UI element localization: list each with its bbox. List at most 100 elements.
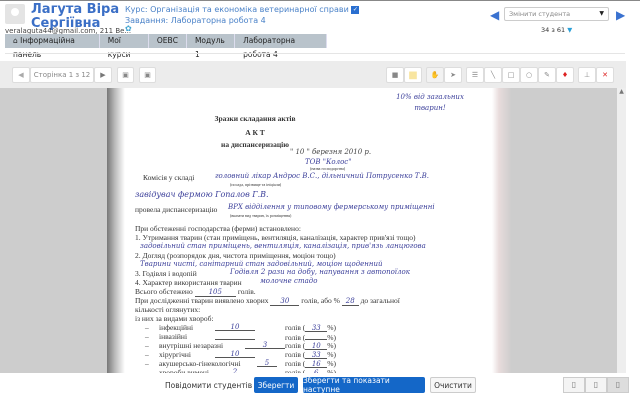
student-count: 34 з 61 ▼	[541, 26, 572, 34]
label: кількості оглянутих:	[135, 305, 201, 314]
layout-right-icon[interactable]: ▯	[607, 377, 629, 393]
save-and-next-button[interactable]: Зберегти та показати наступне	[303, 376, 425, 394]
change-student-select[interactable]: Змінити студента ▼	[504, 7, 609, 21]
label: Комісія у складі	[143, 173, 195, 182]
caption: (посада, прізвище та ініціали)	[230, 182, 282, 187]
disease-heads	[215, 332, 255, 340]
handwritten-value: 30	[270, 297, 300, 306]
next-student-icon[interactable]: ▶	[616, 8, 625, 22]
scroll-up-icon[interactable]: ▲	[617, 88, 626, 95]
caption: (вказати вид тварин, їх розміщення)	[230, 213, 292, 218]
handwritten-value: головний лікар Андрос В.С., дільничний П…	[215, 172, 430, 180]
stamp-icon[interactable]: ⊥	[578, 67, 596, 83]
label: провела диспансеризацію	[135, 205, 218, 214]
prev-page-button[interactable]: ◀	[12, 67, 30, 83]
disease-pct: 33	[305, 324, 328, 332]
filter-icon[interactable]: ▼	[567, 26, 572, 34]
hand-icon[interactable]: ✋	[426, 67, 444, 83]
divider	[5, 53, 625, 54]
breadcrumb-my-courses[interactable]: Мої курси	[100, 34, 149, 59]
next-page-button[interactable]: ▶	[94, 67, 112, 83]
notify-students[interactable]: Повідомити студентів ☑	[165, 381, 261, 390]
label: 1. Утримання тварин (стан приміщень, вен…	[135, 233, 416, 242]
pen-icon[interactable]: ✎	[538, 67, 556, 83]
disease-name: інвазійні	[159, 332, 188, 341]
select-placeholder: Змінити студента	[509, 10, 571, 18]
clear-button[interactable]: Очистити	[430, 377, 476, 393]
disease-row: – хірургічні 10 голів (33%)	[145, 350, 337, 359]
label: голів, або %	[301, 296, 340, 305]
pointer-icon[interactable]: ➤	[444, 67, 462, 83]
disease-name: інфекційні	[159, 323, 194, 332]
layout-split-icon[interactable]: ▯	[585, 377, 607, 393]
avatar	[5, 4, 25, 24]
annotation-toolbar: ◀ Сторінка 1 з 12 ▶ ▣ ▣ ■ ■ ✋ ➤ ☰ ╲ □ ○ …	[0, 61, 626, 88]
label: При обстеженні господарства (ферми) вста…	[135, 224, 301, 233]
disease-row: – інвазійні голів (%)	[145, 332, 337, 342]
caption: (назва господарства)	[310, 166, 346, 171]
disease-pct	[305, 332, 328, 340]
comment-icon[interactable]: ☰	[466, 67, 484, 83]
save-button[interactable]: Зберегти	[254, 377, 298, 393]
disease-pct: 33	[305, 351, 328, 359]
label: При дослідженні тварин виявлено хворих	[135, 296, 269, 305]
line-icon[interactable]: ╲	[484, 67, 502, 83]
handwritten-value: завідувач фермою Гопалов Г.В.	[135, 190, 269, 199]
scrollbar[interactable]: ▲	[617, 88, 626, 373]
disease-row: – хвороби вимені 2 голів (6%)	[145, 368, 445, 373]
prev-student-icon[interactable]: ◀	[490, 8, 499, 22]
breadcrumb-module[interactable]: Модуль 1	[187, 34, 236, 59]
circle-icon[interactable]: ○	[520, 67, 538, 83]
handwritten-value: ВРХ відділення у типовому фермерському п…	[228, 203, 435, 211]
label: до загальної	[360, 296, 400, 305]
color-grey-icon[interactable]: ■	[386, 67, 404, 83]
label: Всього обстежено	[135, 287, 193, 296]
breadcrumb: ⌂ Інформаційна панель Мої курси ОЕВС Мод…	[5, 34, 327, 59]
disease-pct: 6	[305, 369, 327, 373]
name-line1: Лагута Віра	[31, 2, 120, 17]
rotate-icon[interactable]: ▣	[117, 67, 134, 83]
highlight-color-icon[interactable]: ■	[404, 67, 422, 83]
breadcrumb-course[interactable]: ОЕВС	[149, 34, 187, 48]
disease-heads: 10	[215, 323, 255, 331]
handwritten-value: Тварини чисті, санітарний стан задовільн…	[140, 260, 383, 268]
disease-row: – інфекційні 10 голів (33%)	[145, 323, 337, 332]
assignment-link[interactable]: Завдання: Лабораторна робота 4	[125, 15, 359, 26]
disease-pct: 16	[305, 360, 328, 368]
delete-icon[interactable]: ✕	[596, 67, 614, 83]
handwritten-value: Годівля 2 рази на добу, напування з авто…	[230, 268, 410, 276]
layout-left-icon[interactable]: ▯	[563, 377, 585, 393]
label: голів.	[237, 287, 256, 296]
handwritten-value: 28	[341, 297, 359, 306]
disease-list: – інфекційні 10 голів (33%) – інвазійні г…	[145, 323, 445, 373]
notify-label: Повідомити студентів	[165, 381, 253, 390]
course-info: Курс: Організація та економіка ветеринар…	[125, 4, 360, 26]
course-link[interactable]: Курс: Організація та економіка ветеринар…	[125, 5, 349, 14]
ink-color-icon[interactable]: ♦	[556, 67, 574, 83]
disease-heads: 5	[257, 359, 277, 367]
handwritten-value: молочне стадо	[260, 277, 318, 285]
breadcrumb-assignment[interactable]: Лабораторна робота 4	[235, 34, 327, 59]
handwritten-value: задовільний стан приміщень, вентиляція, …	[140, 242, 426, 250]
gear-icon[interactable]: ✿	[125, 24, 132, 33]
disease-pct: 10	[305, 342, 328, 350]
breadcrumb-label: Інформаційна панель	[13, 36, 75, 59]
disease-name: внутрішні незаразні	[159, 341, 224, 350]
doc-farm: ТОВ "Колос"	[305, 158, 352, 166]
document-viewer[interactable]: 10% від загальних тварин! Зразки складан…	[0, 88, 626, 373]
disease-row: – акушерсько-гінекологічні 5 голів (16%)	[145, 359, 337, 368]
doc-title2: А К Т	[245, 128, 265, 137]
handwritten-note: 10% від загальних тварин!	[396, 93, 464, 112]
page-indicator: Сторінка 1 з 12	[30, 67, 94, 83]
disease-name: хірургічні	[159, 350, 192, 359]
label: 2. Догляд (розпорядок дня, чистота примі…	[135, 251, 336, 260]
label: із них за видами хвороб:	[135, 314, 214, 323]
disease-name: акушерсько-гінекологічні	[159, 359, 241, 368]
disease-name: хвороби вимені	[159, 368, 209, 373]
breadcrumb-dashboard[interactable]: ⌂ Інформаційна панель	[5, 34, 100, 59]
rectangle-icon[interactable]: □	[502, 67, 520, 83]
document-content: 10% від загальних тварин! Зразки складан…	[130, 88, 500, 373]
fullscreen-icon[interactable]: ▣	[139, 67, 156, 83]
count-text: 34 з 61	[541, 26, 566, 34]
disease-heads: 10	[215, 350, 255, 358]
